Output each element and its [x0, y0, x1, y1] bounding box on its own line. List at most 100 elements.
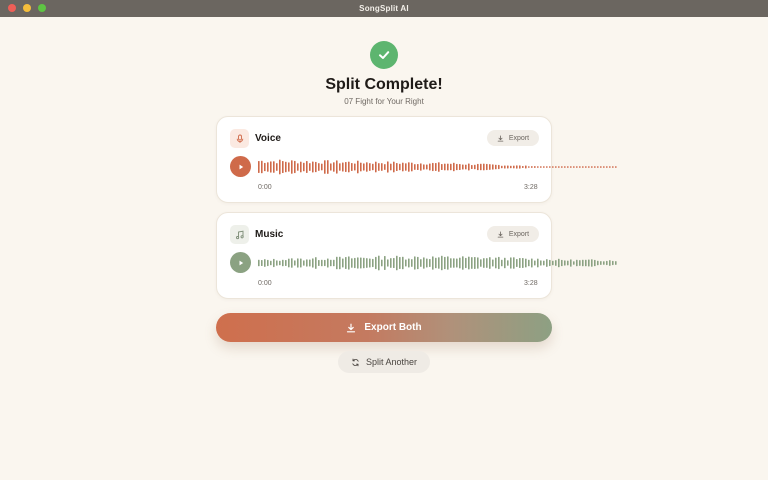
waveform-bar — [531, 166, 533, 168]
waveform-bar — [495, 257, 497, 269]
waveform-bar — [264, 162, 266, 172]
waveform-bar — [258, 259, 260, 267]
waveform-bar — [582, 166, 584, 168]
waveform-bar — [417, 163, 419, 171]
split-another-label: Split Another — [365, 357, 418, 367]
waveform-bar — [537, 258, 539, 268]
music-export-button[interactable]: Export — [487, 226, 539, 242]
voice-track-card: Voice Export 0:00 3:28 — [216, 116, 617, 203]
waveform-bar — [492, 259, 494, 267]
waveform-bar — [336, 160, 338, 174]
waveform-bar — [318, 259, 320, 267]
waveform-bar — [402, 162, 404, 172]
waveform-bar — [483, 163, 485, 171]
waveform-bar — [414, 256, 416, 270]
waveform-bar — [390, 258, 392, 268]
waveform-bar — [327, 160, 329, 174]
waveform-bar — [456, 163, 458, 171]
waveform-bar — [294, 160, 296, 174]
waveform-bar — [471, 164, 473, 170]
waveform-bar — [288, 258, 290, 268]
export-both-label: Export Both — [364, 322, 422, 333]
play-icon — [239, 260, 243, 265]
waveform-bar — [264, 259, 266, 267]
waveform-bar — [339, 256, 341, 270]
waveform-bar — [588, 259, 590, 267]
waveform-bar — [441, 255, 443, 271]
waveform-bar — [279, 159, 281, 175]
waveform-bar — [513, 257, 515, 269]
waveform-bar — [300, 258, 302, 268]
voice-start-time: 0:00 — [258, 184, 272, 191]
voice-waveform[interactable] — [258, 155, 619, 179]
waveform-bar — [450, 163, 452, 171]
waveform-bar — [552, 260, 554, 266]
waveform-bar — [615, 261, 617, 265]
waveform-bar — [519, 165, 521, 169]
waveform-bar — [345, 162, 347, 172]
waveform-bar — [378, 163, 380, 171]
waveform-bar — [429, 259, 431, 267]
waveform-bar — [462, 164, 464, 170]
waveform-bar — [366, 258, 368, 268]
waveform-bar — [603, 166, 605, 168]
waveform-bar — [513, 165, 515, 169]
music-play-button[interactable] — [230, 252, 251, 273]
waveform-bar — [267, 259, 269, 267]
close-window-button[interactable] — [8, 4, 16, 12]
waveform-bar — [492, 164, 494, 170]
waveform-bar — [558, 258, 560, 268]
waveform-bar — [549, 259, 551, 267]
waveform-bar — [576, 166, 578, 168]
waveform-bar — [330, 259, 332, 267]
waveform-bar — [288, 162, 290, 172]
maximize-window-button[interactable] — [38, 4, 46, 12]
waveform-bar — [507, 165, 509, 169]
waveform-bar — [363, 257, 365, 269]
song-name: 07 Fight for Your Right — [344, 97, 424, 106]
waveform-bar — [468, 163, 470, 171]
export-both-button[interactable]: Export Both — [216, 313, 552, 342]
waveform-bar — [336, 256, 338, 270]
waveform-bar — [585, 166, 587, 168]
waveform-bar — [291, 160, 293, 174]
waveform-bar — [258, 161, 260, 173]
waveform-bar — [333, 259, 335, 267]
waveform-bar — [567, 260, 569, 266]
waveform-bar — [366, 162, 368, 172]
waveform-bar — [555, 260, 557, 266]
waveform-bar — [306, 160, 308, 174]
microphone-icon — [230, 129, 249, 148]
waveform-bar — [348, 256, 350, 270]
music-waveform[interactable] — [258, 251, 619, 275]
waveform-bar — [447, 163, 449, 171]
waveform-bar — [540, 166, 542, 168]
waveform-bar — [453, 258, 455, 268]
waveform-bar — [531, 258, 533, 268]
waveform-bar — [438, 257, 440, 269]
waveform-bar — [429, 163, 431, 171]
waveform-bar — [432, 256, 434, 270]
waveform-bar — [279, 260, 281, 266]
waveform-bar — [516, 258, 518, 268]
waveform-bar — [426, 164, 428, 170]
waveform-bar — [441, 163, 443, 171]
music-track-card: Music Export 0:00 3:28 — [216, 212, 617, 299]
waveform-bar — [474, 257, 476, 269]
waveform-bar — [471, 257, 473, 269]
split-another-button[interactable]: Split Another — [338, 351, 430, 373]
voice-export-button[interactable]: Export — [487, 130, 539, 146]
waveform-bar — [474, 164, 476, 170]
waveform-bar — [291, 258, 293, 268]
waveform-bar — [282, 160, 284, 174]
minimize-window-button[interactable] — [23, 4, 31, 12]
waveform-bar — [303, 162, 305, 172]
waveform-bar — [357, 160, 359, 174]
waveform-bar — [405, 163, 407, 171]
voice-play-button[interactable] — [230, 156, 251, 177]
waveform-bar — [297, 258, 299, 268]
waveform-bar — [570, 166, 572, 168]
waveform-bar — [390, 163, 392, 171]
waveform-bar — [489, 164, 491, 170]
waveform-bar — [399, 163, 401, 171]
